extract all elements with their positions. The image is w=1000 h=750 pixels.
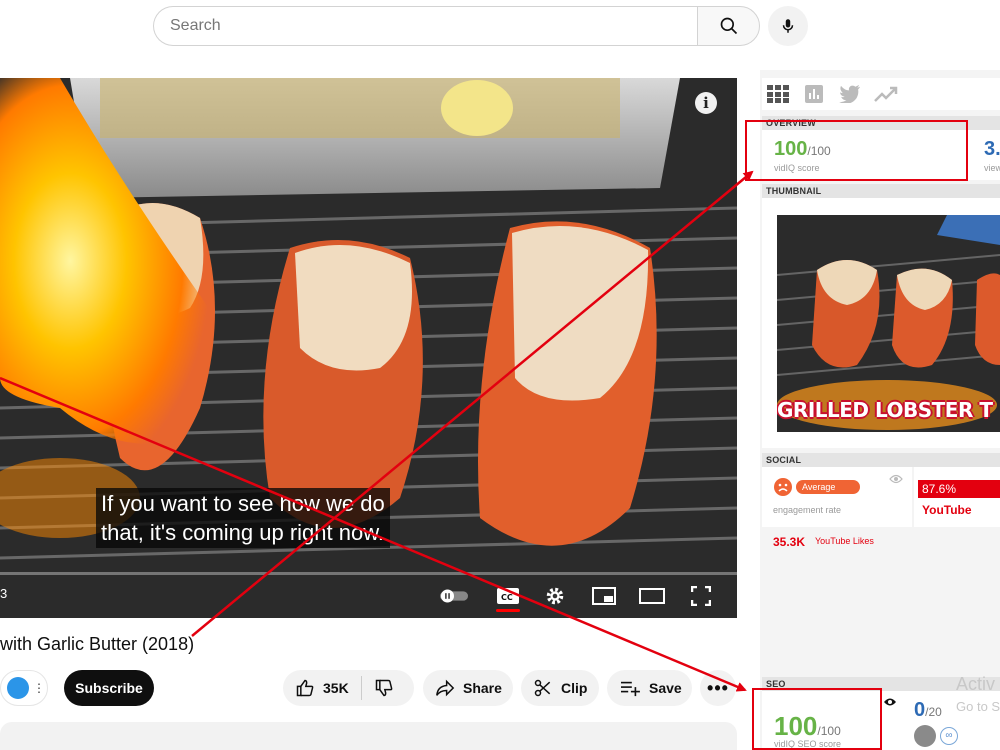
search-button[interactable]	[697, 6, 760, 46]
engagement-badge: Average	[796, 480, 860, 494]
search-input[interactable]	[170, 17, 698, 35]
video-caption: If you want to see how we do that, it's …	[96, 488, 390, 548]
subtitles-active-indicator	[496, 609, 520, 612]
autoplay-toggle-icon	[440, 589, 468, 603]
activation-watermark-line2: Go to S	[956, 699, 1000, 714]
eye-icon[interactable]	[883, 697, 897, 707]
gear-icon	[546, 587, 564, 605]
video-title: with Garlic Butter (2018)	[0, 634, 195, 654]
channel-avatar-group[interactable]: ⋮	[0, 670, 48, 706]
sad-face-icon	[774, 478, 792, 496]
fullscreen-icon	[691, 586, 711, 606]
share-icon	[436, 679, 455, 697]
time-display: 3	[0, 586, 8, 601]
thumbnail-preview[interactable]: GRILLED LOBSTER T	[777, 215, 1000, 432]
share-button[interactable]: Share	[423, 670, 513, 706]
subscribe-button[interactable]: Subscribe	[64, 670, 154, 706]
more-actions-button[interactable]: •••	[700, 670, 736, 706]
seo-secondary-score: 0/20	[914, 699, 942, 722]
bar-chart-icon	[805, 85, 823, 103]
more-vertical-icon: ⋮	[33, 681, 45, 695]
scissors-icon	[534, 679, 551, 697]
subtitles-icon: CC	[497, 588, 519, 604]
activation-watermark-line1: Activ	[956, 674, 996, 694]
search-box[interactable]	[153, 6, 698, 46]
description-box[interactable]	[0, 722, 737, 750]
fullscreen-button[interactable]	[687, 582, 715, 610]
search-icon	[720, 17, 737, 35]
more-horizontal-icon: •••	[707, 677, 729, 698]
autoplay-toggle[interactable]	[440, 582, 468, 610]
miniplayer-icon	[592, 587, 616, 605]
caption-line-2: that, it's coming up right now.	[101, 520, 385, 545]
thumbnail-section-label: THUMBNAIL	[762, 184, 1000, 198]
youtube-label: YouTube	[922, 503, 972, 517]
miniplayer-button[interactable]	[590, 582, 618, 610]
user-avatar	[914, 725, 936, 747]
theater-mode-button[interactable]	[638, 582, 666, 610]
save-button[interactable]: Save	[607, 670, 692, 706]
views-value: 3.	[984, 138, 1000, 160]
share-label: Share	[463, 680, 502, 696]
engagement-caption: engagement rate	[773, 505, 842, 515]
like-count: 35K	[323, 680, 349, 696]
vidiq-tab-twitter[interactable]	[838, 82, 862, 106]
highlight-overview-score	[745, 120, 968, 181]
like-dislike-group: 35K	[283, 670, 414, 706]
vidiq-tab-stats[interactable]	[802, 82, 826, 106]
youtube-likes-caption: YouTube Likes	[815, 536, 874, 546]
twitter-icon	[839, 85, 860, 103]
page: i If you want to see how we do that, it'…	[0, 0, 1000, 750]
settings-button[interactable]	[541, 582, 569, 610]
vidiq-toolbar	[762, 78, 1000, 110]
seo-secondary-value: 0	[914, 699, 926, 721]
progress-bar[interactable]	[0, 572, 737, 575]
youtube-percentage: 87.6%	[918, 480, 1000, 498]
youtube-likes-value: 35.3K	[773, 535, 806, 549]
social-section-label: SOCIAL	[762, 453, 1000, 467]
views-caption: view	[984, 163, 1000, 173]
thumbnail-text: GRILLED LOBSTER T	[777, 398, 993, 422]
thumbs-down-icon	[375, 679, 393, 697]
avatar	[7, 677, 29, 699]
save-label: Save	[649, 680, 682, 696]
link-icon[interactable]: ∞	[940, 727, 958, 745]
vidiq-tab-overview[interactable]	[766, 82, 790, 106]
like-button[interactable]: 35K	[283, 670, 349, 706]
theater-icon	[639, 588, 665, 604]
dislike-button[interactable]	[362, 678, 394, 698]
clip-label: Clip	[561, 680, 588, 696]
subtitles-button[interactable]: CC	[494, 582, 522, 612]
video-player[interactable]: i If you want to see how we do that, it'…	[0, 78, 737, 618]
microphone-icon	[782, 19, 794, 33]
voice-search-button[interactable]	[768, 6, 808, 46]
svg-text:CC: CC	[501, 593, 513, 602]
highlight-seo-score	[752, 688, 882, 750]
thumbs-up-icon	[296, 679, 314, 697]
eye-icon[interactable]	[889, 474, 903, 484]
grid-icon	[767, 85, 789, 103]
playlist-add-icon	[621, 681, 640, 697]
clip-button[interactable]: Clip	[521, 670, 599, 706]
seo-secondary-denominator: /20	[925, 705, 942, 719]
vidiq-tab-trends[interactable]	[874, 82, 898, 106]
info-icon[interactable]: i	[695, 92, 717, 114]
caption-line-1: If you want to see how we do	[101, 491, 385, 516]
trending-icon	[874, 86, 898, 102]
